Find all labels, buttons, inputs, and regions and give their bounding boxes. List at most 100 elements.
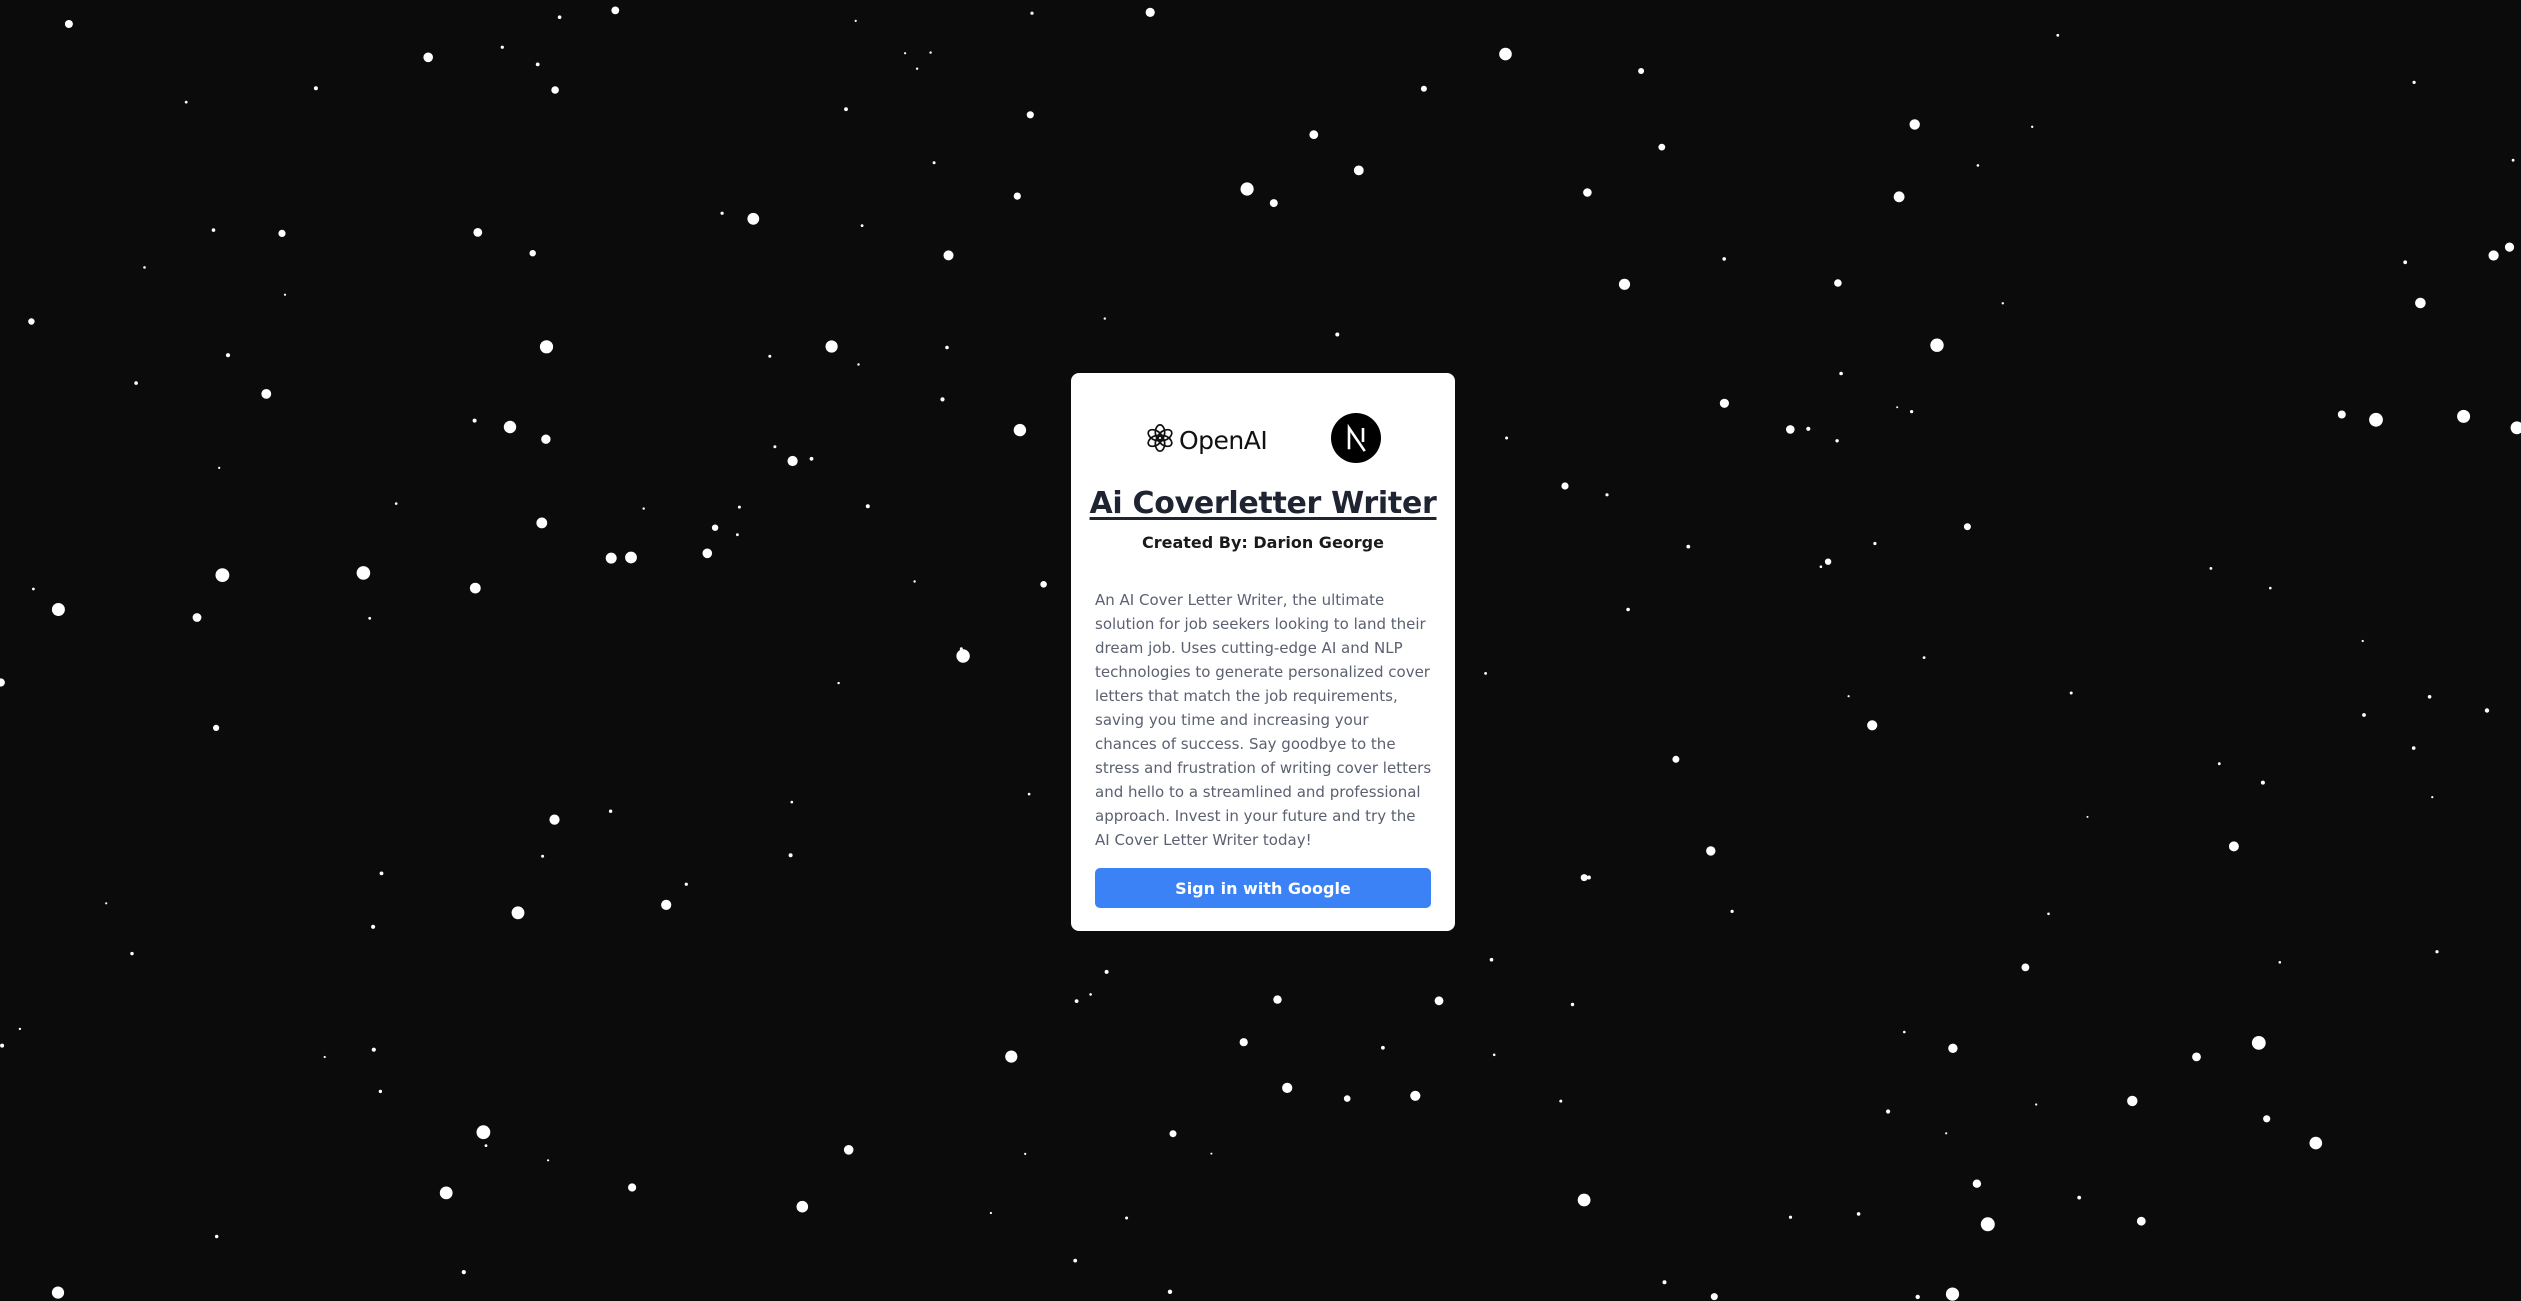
star: [2361, 639, 2364, 643]
star: [1484, 672, 1487, 675]
star: [215, 568, 230, 582]
star: [684, 882, 688, 886]
star: [1980, 1217, 1995, 1232]
star: [215, 1234, 219, 1239]
star: [1583, 188, 1592, 197]
star: [1948, 1043, 1958, 1054]
star: [2511, 158, 2515, 162]
star: [768, 354, 772, 358]
star: [2209, 567, 2213, 570]
star: [1577, 1193, 1591, 1207]
google-signin-button[interactable]: Sign in with Google: [1095, 868, 1431, 908]
star: [702, 548, 713, 559]
star: [64, 20, 73, 28]
star: [2403, 260, 2408, 265]
star: [225, 353, 231, 358]
star: [32, 587, 35, 591]
star: [2309, 1136, 2323, 1150]
star: [1125, 1216, 1129, 1220]
star: [1963, 523, 1971, 531]
star: [1073, 1258, 1078, 1263]
star: [1559, 1099, 1563, 1103]
star: [2260, 780, 2265, 785]
star: [790, 800, 794, 804]
star: [1104, 969, 1109, 974]
page-title: Ai Coverletter Writer: [1089, 486, 1437, 521]
star: [1945, 1132, 1948, 1135]
star: [379, 871, 384, 876]
star: [1976, 164, 1980, 167]
star: [854, 19, 857, 22]
star: [940, 397, 945, 402]
star: [1013, 423, 1027, 437]
star: [2362, 713, 2366, 717]
star: [1489, 957, 1494, 962]
star: [844, 107, 848, 112]
star: [529, 250, 536, 257]
star: [1240, 182, 1254, 196]
star: [2077, 1195, 2082, 1200]
star: [472, 418, 477, 423]
star: [1706, 846, 1716, 856]
star: [1492, 1053, 1496, 1057]
star: [1662, 1280, 1667, 1285]
star: [736, 533, 739, 537]
star: [18, 1027, 22, 1031]
star: [1103, 317, 1107, 320]
star: [184, 100, 188, 104]
star: [2047, 912, 2050, 916]
star: [283, 293, 287, 296]
star: [1896, 406, 1899, 409]
star: [605, 552, 617, 564]
star: [503, 420, 517, 434]
star: [28, 318, 35, 325]
star: [1626, 607, 1630, 612]
star: [218, 466, 221, 469]
star: [1819, 565, 1823, 568]
star: [2192, 1052, 2201, 1062]
star: [1867, 720, 1878, 731]
star: [1561, 482, 1569, 490]
star: [2217, 762, 2221, 766]
star: [143, 266, 146, 269]
star: [915, 67, 919, 70]
star: [1658, 143, 1666, 151]
star: [2411, 746, 2416, 750]
star: [2086, 815, 2089, 818]
star: [1806, 426, 1811, 431]
star: [105, 902, 108, 905]
star: [1909, 119, 1920, 130]
star: [1893, 191, 1905, 203]
star: [2488, 250, 2499, 261]
star: [720, 211, 724, 215]
star: [608, 809, 613, 813]
star: [1719, 398, 1729, 408]
star: [2251, 1036, 2266, 1050]
star: [1434, 996, 1444, 1006]
star: [2435, 950, 2439, 954]
openai-icon: [1145, 423, 1175, 457]
star: [2504, 242, 2515, 252]
star: [1835, 439, 1839, 443]
star: [261, 389, 272, 399]
star: [1847, 695, 1850, 698]
star: [1027, 792, 1031, 796]
star: [1030, 11, 1034, 15]
logo-row: OpenAI: [1071, 413, 1455, 465]
star: [932, 161, 936, 165]
star: [2484, 708, 2490, 713]
star: [1945, 1287, 1960, 1301]
star: [1722, 257, 1726, 261]
star: [989, 1211, 993, 1215]
star: [1381, 1045, 1385, 1050]
star: [1972, 1179, 1982, 1188]
star: [547, 1159, 550, 1162]
star: [511, 906, 525, 920]
star: [549, 814, 560, 825]
star: [1672, 755, 1680, 763]
star: [1505, 436, 1509, 440]
star: [278, 229, 286, 237]
star: [1839, 371, 1843, 376]
star: [536, 517, 548, 529]
star: [557, 15, 562, 19]
